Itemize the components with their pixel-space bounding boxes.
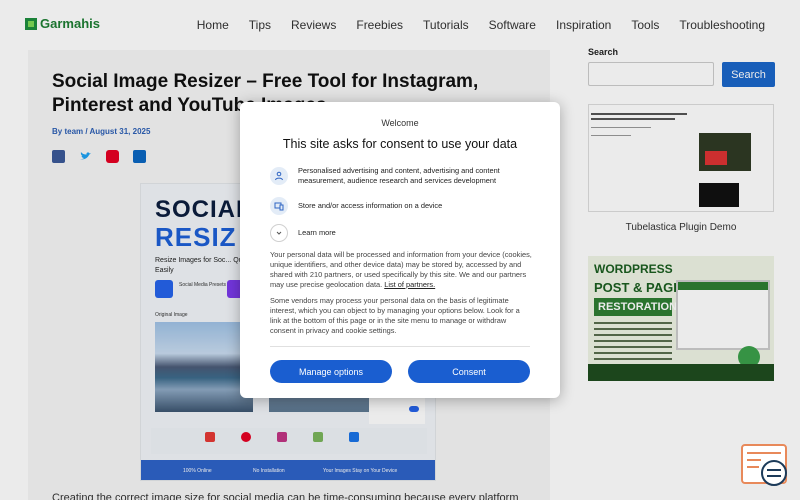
widget-line xyxy=(747,452,781,454)
manage-options-button[interactable]: Manage options xyxy=(270,360,392,383)
chat-icon xyxy=(761,460,787,486)
consent-title: This site asks for consent to use your d… xyxy=(282,137,518,151)
chat-icon-line xyxy=(767,469,781,471)
chat-icon-line xyxy=(767,475,781,477)
floating-widget[interactable] xyxy=(741,444,789,488)
consent-button[interactable]: Consent xyxy=(408,360,530,383)
widget-line xyxy=(747,459,761,461)
consent-purpose-ads: Personalised advertising and content, ad… xyxy=(270,166,540,186)
consent-purpose-ads-text: Personalised advertising and content, ad… xyxy=(298,166,500,185)
consent-purpose-storage: Store and/or access information on a dev… xyxy=(270,197,540,215)
consent-dialog: Welcome This site asks for consent to us… xyxy=(240,102,560,398)
device-icon xyxy=(270,197,288,215)
partners-link[interactable]: List of partners. xyxy=(384,280,435,289)
consent-welcome: Welcome xyxy=(381,118,419,128)
chevron-down-icon[interactable] xyxy=(270,224,288,242)
consent-paragraph-2: Some vendors may process your personal d… xyxy=(270,296,520,335)
consent-divider xyxy=(270,346,530,347)
consent-purpose-storage-text: Store and/or access information on a dev… xyxy=(298,201,443,210)
learn-more[interactable]: Learn more xyxy=(270,224,540,242)
person-icon xyxy=(270,167,288,185)
learn-more-label[interactable]: Learn more xyxy=(298,228,336,238)
widget-line xyxy=(747,466,759,468)
consent-paragraph-1: Your personal data will be processed and… xyxy=(270,250,532,290)
